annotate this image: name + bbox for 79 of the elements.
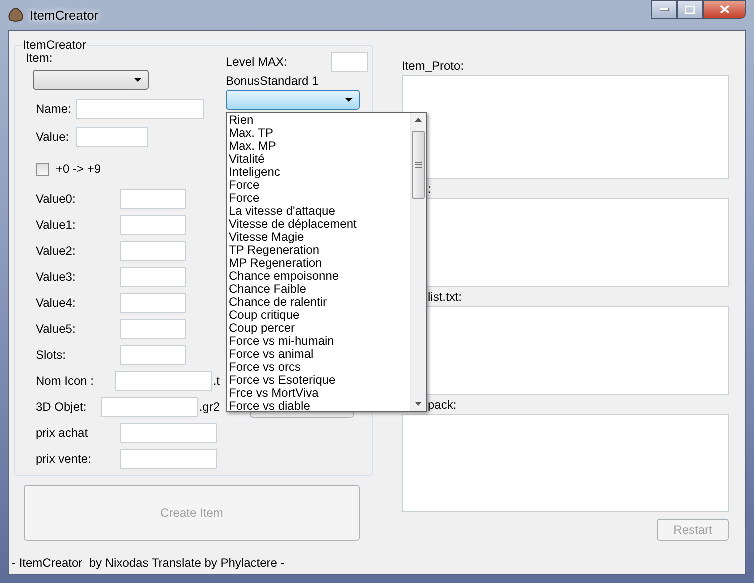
dropdown-option[interactable]: Force vs orcs [229, 361, 410, 374]
text-field[interactable] [120, 423, 217, 443]
field-label: list.txt: [428, 292, 464, 302]
field-label: Name: [36, 102, 72, 116]
dropdown-option[interactable]: Force vs Esoterique [229, 374, 410, 387]
text-field[interactable] [120, 241, 186, 261]
field-label: Value0: [36, 192, 77, 206]
text-field[interactable] [115, 371, 212, 391]
dropdown-option[interactable]: Chance empoisonne [229, 270, 410, 283]
bag-icon [8, 7, 24, 23]
text-field[interactable] [120, 345, 186, 365]
field-label: : [428, 184, 432, 194]
field-label: Item: [26, 51, 53, 65]
dropdown-option[interactable]: Inteligenc [229, 166, 410, 179]
text-field[interactable] [120, 293, 186, 313]
window-title: ItemCreator [30, 8, 99, 22]
checkbox[interactable] [36, 162, 49, 176]
field-label: Value: [36, 130, 70, 144]
extension-label: .gr2 [199, 400, 220, 414]
maximize-button[interactable] [677, 0, 703, 19]
field-label: BonusStandard 1 [226, 74, 319, 88]
text-field[interactable] [120, 449, 217, 469]
field-label: Value3: [36, 270, 77, 284]
field-label: Value5: [36, 322, 77, 336]
caret-icon [345, 98, 353, 102]
dropdown-option[interactable]: Vitesse de déplacement [229, 218, 410, 231]
checkbox-label: +0 -> +9 [56, 162, 102, 176]
dropdown-option[interactable]: Force vs diable [229, 400, 410, 413]
scroll-up-icon[interactable] [415, 118, 422, 122]
dropdown-option[interactable]: Chance de ralentir [229, 296, 410, 309]
dropdown-option[interactable]: Coup percer [229, 322, 410, 335]
field-label: Value1: [36, 218, 77, 232]
value-field[interactable] [76, 126, 148, 146]
dropdown-option[interactable]: La vitesse d'attaque [229, 205, 410, 218]
maximize-icon [685, 6, 695, 14]
dropdown-option[interactable]: Chance Faible [229, 283, 410, 296]
grip-icon [415, 162, 422, 168]
text-field[interactable] [120, 267, 186, 287]
dropdown-option[interactable]: Vitalité [229, 153, 410, 166]
field-label: Item_Proto: [402, 61, 466, 71]
field-label: 3D Objet: [36, 400, 88, 414]
dropdown-option[interactable]: Force [229, 179, 410, 192]
dropdown-option[interactable]: Force vs mi-humain [229, 335, 410, 348]
close-button[interactable] [703, 0, 746, 19]
field-label: Value4: [36, 296, 77, 310]
text-field[interactable] [120, 189, 186, 209]
name-field[interactable] [76, 98, 204, 118]
dropdown-option[interactable]: Vitesse Magie [229, 231, 410, 244]
dropdown-option[interactable]: Force vs animal [229, 348, 410, 361]
bonus-dropdown[interactable] [226, 90, 360, 110]
dropdown-option[interactable]: Max. MP [229, 140, 410, 153]
dropdown-option[interactable]: Max. TP [229, 127, 410, 140]
text-field[interactable] [101, 397, 198, 417]
group-title: ItemCreator [22, 38, 88, 52]
dropdown-option[interactable]: TP Regeneration [229, 244, 410, 257]
scroll-down-icon[interactable] [415, 402, 422, 406]
scrollbar[interactable] [410, 113, 426, 411]
text-field[interactable] [120, 319, 186, 339]
status-text: - ItemCreator by Nixodas Translate by Phylactere - [11, 555, 286, 572]
dropdown-option[interactable]: Rien [229, 114, 410, 127]
field-label: Level MAX: [226, 55, 288, 69]
dropdown-option[interactable]: MP Regeneration [229, 257, 410, 270]
field-label: pack: [428, 400, 458, 410]
dropdown-option[interactable]: Force [229, 192, 410, 205]
field-label: prix achat [36, 426, 90, 440]
minimize-icon [660, 8, 668, 11]
field-label: prix vente: [36, 452, 92, 466]
level-max-field[interactable] [331, 52, 368, 72]
item-dropdown[interactable] [33, 70, 149, 90]
field-label: Slots: [36, 348, 68, 362]
text-field[interactable] [120, 215, 186, 235]
field-label: Nom Icon : [36, 374, 96, 388]
dropdown-option[interactable]: Frce vs MortViva [229, 387, 410, 400]
dropdown-option[interactable]: Coup critique [229, 309, 410, 322]
caret-icon [134, 78, 142, 82]
extension-label: .t [213, 374, 220, 388]
field-label: Value2: [36, 244, 77, 258]
close-icon [720, 5, 730, 14]
minimize-button[interactable] [651, 0, 677, 19]
